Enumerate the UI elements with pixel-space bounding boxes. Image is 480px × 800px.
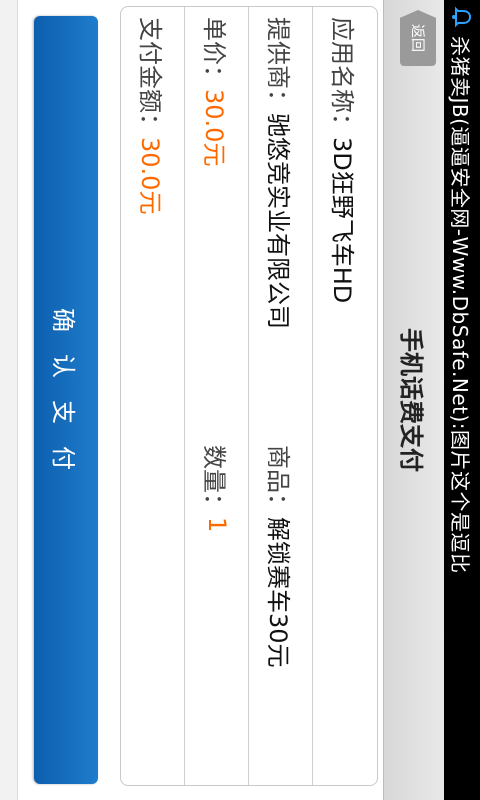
status-text: 杀猪卖JB(逼逼安全网-Www.DbSafe.Net):图片这个是逗比 <box>448 36 473 574</box>
quantity-value: 1 <box>203 517 231 533</box>
product-value: 解锁赛车30元 <box>264 517 293 668</box>
page-title: 手机话费支付 <box>397 328 426 472</box>
status-bar: 杀猪卖JB(逼逼安全网-Www.DbSafe.Net):图片这个是逗比 <box>444 0 480 800</box>
total-row: 支付金额： 30.0元 <box>121 7 185 785</box>
app-name-row: 应用名称： 3D狂野飞车HD <box>312 7 377 785</box>
quantity-label: 数量： <box>200 445 229 517</box>
app-name-label: 应用名称： <box>328 17 357 137</box>
bottom-strip <box>0 0 18 800</box>
provider-value: 驰悠竞实业有限公司 <box>264 113 293 329</box>
quantity-pair: 数量： 1 <box>185 435 249 532</box>
screen: 杀猪卖JB(逼逼安全网-Www.DbSafe.Net):图片这个是逗比 手机话费… <box>0 0 480 800</box>
unit-price-label: 单价： <box>200 17 229 89</box>
payment-details-card: 应用名称： 3D狂野飞车HD 提供商： 驰悠竞实业有限公司 商品： 解锁赛车30… <box>120 6 378 786</box>
confirm-payment-button[interactable]: 确认支付 <box>34 16 98 784</box>
app-name-value: 3D狂野飞车HD <box>328 137 357 304</box>
total-value: 30.0元 <box>136 137 165 215</box>
provider-label: 提供商： <box>264 17 293 113</box>
bell-icon <box>451 6 473 28</box>
product-pair: 商品： 解锁赛车30元 <box>249 435 313 668</box>
product-label: 商品： <box>264 445 293 517</box>
price-row: 单价： 30.0元 数量： 1 <box>184 7 249 785</box>
provider-row: 提供商： 驰悠竞实业有限公司 商品： 解锁赛车30元 <box>248 7 313 785</box>
total-label: 支付金额： <box>136 17 165 137</box>
title-bar: 手机话费支付 返回 <box>383 0 444 800</box>
back-button[interactable]: 返回 <box>400 10 436 66</box>
unit-price-value: 30.0元 <box>200 89 229 167</box>
